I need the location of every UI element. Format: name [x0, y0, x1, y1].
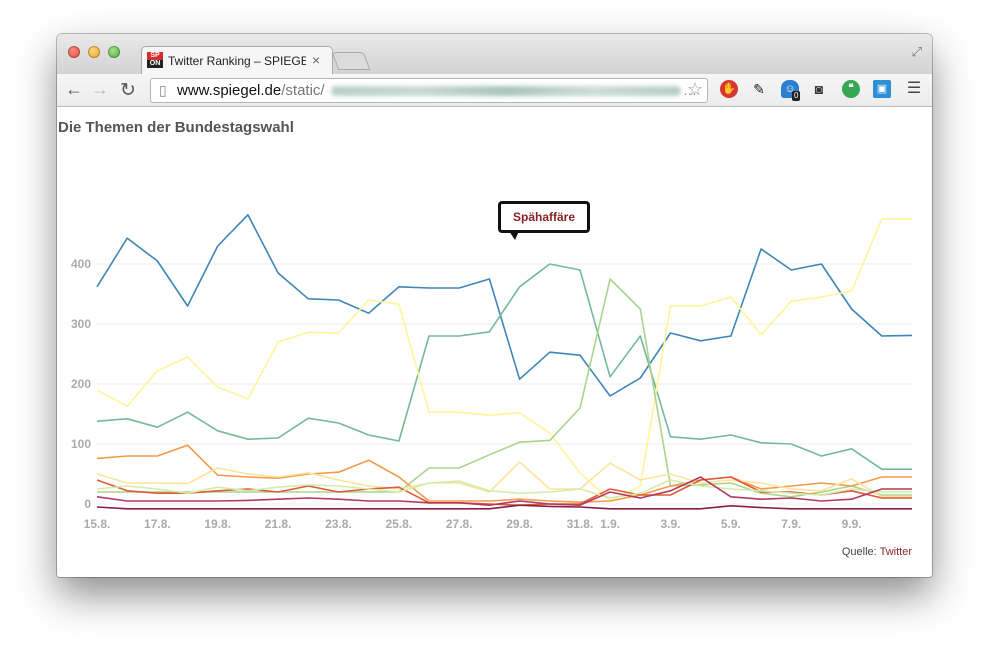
x-tick-label: 21.8.: [265, 517, 292, 531]
address-bar[interactable]: ▯ www.spiegel.de/static/ … ☆: [150, 78, 708, 103]
x-tick-label: 27.8.: [446, 517, 473, 531]
zoom-window-button[interactable]: [108, 46, 120, 58]
mask-extension-icon[interactable]: ◙: [810, 80, 828, 98]
browser-toolbar: ← → ↻ ▯ www.spiegel.de/static/ … ☆ ✋ ✎ ☺…: [57, 74, 932, 107]
x-tick-label: 5.9.: [721, 517, 741, 531]
source-label: Quelle:: [841, 546, 877, 558]
page-content: Die Themen der Bundestagswahl 0 100 200 300…: [57, 107, 932, 577]
forward-arrow-icon[interactable]: →: [91, 79, 109, 100]
line-chart: 0 100 200 300 400 15.8. 17.8. 19.8. 21.8. 23.8. 25…: [71, 214, 913, 531]
series-line-2: [96, 263, 912, 471]
y-tick-label: 0: [84, 497, 91, 511]
back-arrow-icon[interactable]: ←: [65, 79, 83, 100]
favicon-text-top: SP: [150, 52, 160, 59]
favicon-text-bottom: ON: [147, 60, 163, 68]
source-link[interactable]: Twitter: [880, 546, 912, 558]
tab-title: Twitter Ranking – SPIEGEL: [168, 54, 306, 68]
x-tick-label: 17.8.: [144, 517, 171, 531]
browser-tab[interactable]: SP ON Twitter Ranking – SPIEGEL ×: [141, 46, 333, 75]
title-bar: SP ON Twitter Ranking – SPIEGEL × ⤢: [57, 34, 932, 75]
source-note: Quelle: Twitter: [842, 546, 912, 558]
tooltip-text: Spähaffäre: [512, 210, 576, 224]
series-line-10: [96, 504, 912, 510]
url-host: www.spiegel.de: [177, 82, 282, 99]
y-tick-label: 400: [71, 257, 91, 271]
x-tick-label: 19.8.: [204, 517, 231, 531]
x-tick-label: 3.9.: [661, 517, 681, 531]
x-tick-label: 31.8.: [567, 517, 594, 531]
y-tick-label: 300: [71, 317, 91, 331]
minimize-window-button[interactable]: [88, 46, 100, 58]
chart-tooltip: Spähaffäre: [498, 201, 590, 240]
extension-badge: 0: [792, 91, 801, 101]
chrome-menu-icon[interactable]: ☰: [905, 80, 923, 98]
spiegel-favicon-icon: SP ON: [147, 52, 163, 68]
bookmark-star-icon[interactable]: ☆: [687, 79, 703, 100]
x-tick-label: 29.8.: [506, 517, 533, 531]
x-tick-label: 23.8.: [325, 517, 352, 531]
x-tick-label: 1.9.: [600, 517, 620, 531]
url-redacted-blur: [331, 86, 681, 96]
y-tick-label: 100: [71, 437, 91, 451]
hangouts-extension-icon[interactable]: ❝: [842, 80, 860, 98]
pin-extension-icon[interactable]: ✎: [750, 80, 768, 98]
x-tick-label: 25.8.: [386, 517, 413, 531]
url-path: /static/: [281, 82, 325, 99]
series-line-1: [96, 214, 913, 397]
adblock-extension-icon[interactable]: ✋: [720, 80, 738, 98]
fullscreen-icon[interactable]: ⤢: [912, 44, 922, 60]
series-line-3: [96, 218, 912, 502]
close-window-button[interactable]: [68, 46, 80, 58]
y-tick-label: 200: [71, 377, 91, 391]
new-tab-button[interactable]: [331, 52, 371, 70]
tab-close-icon[interactable]: ×: [312, 52, 320, 68]
screenshot-extension-icon[interactable]: ▣: [873, 80, 891, 98]
x-tick-label: 15.8.: [84, 517, 111, 531]
x-tick-label: 9.9.: [842, 517, 862, 531]
page-icon: ▯: [159, 82, 167, 98]
tooltip-pointer: [509, 231, 519, 240]
url-text: www.spiegel.de/static/: [177, 82, 325, 99]
reload-icon[interactable]: ↻: [120, 79, 136, 102]
x-tick-label: 7.9.: [781, 517, 801, 531]
browser-window: SP ON Twitter Ranking – SPIEGEL × ⤢ ← → …: [57, 34, 932, 577]
